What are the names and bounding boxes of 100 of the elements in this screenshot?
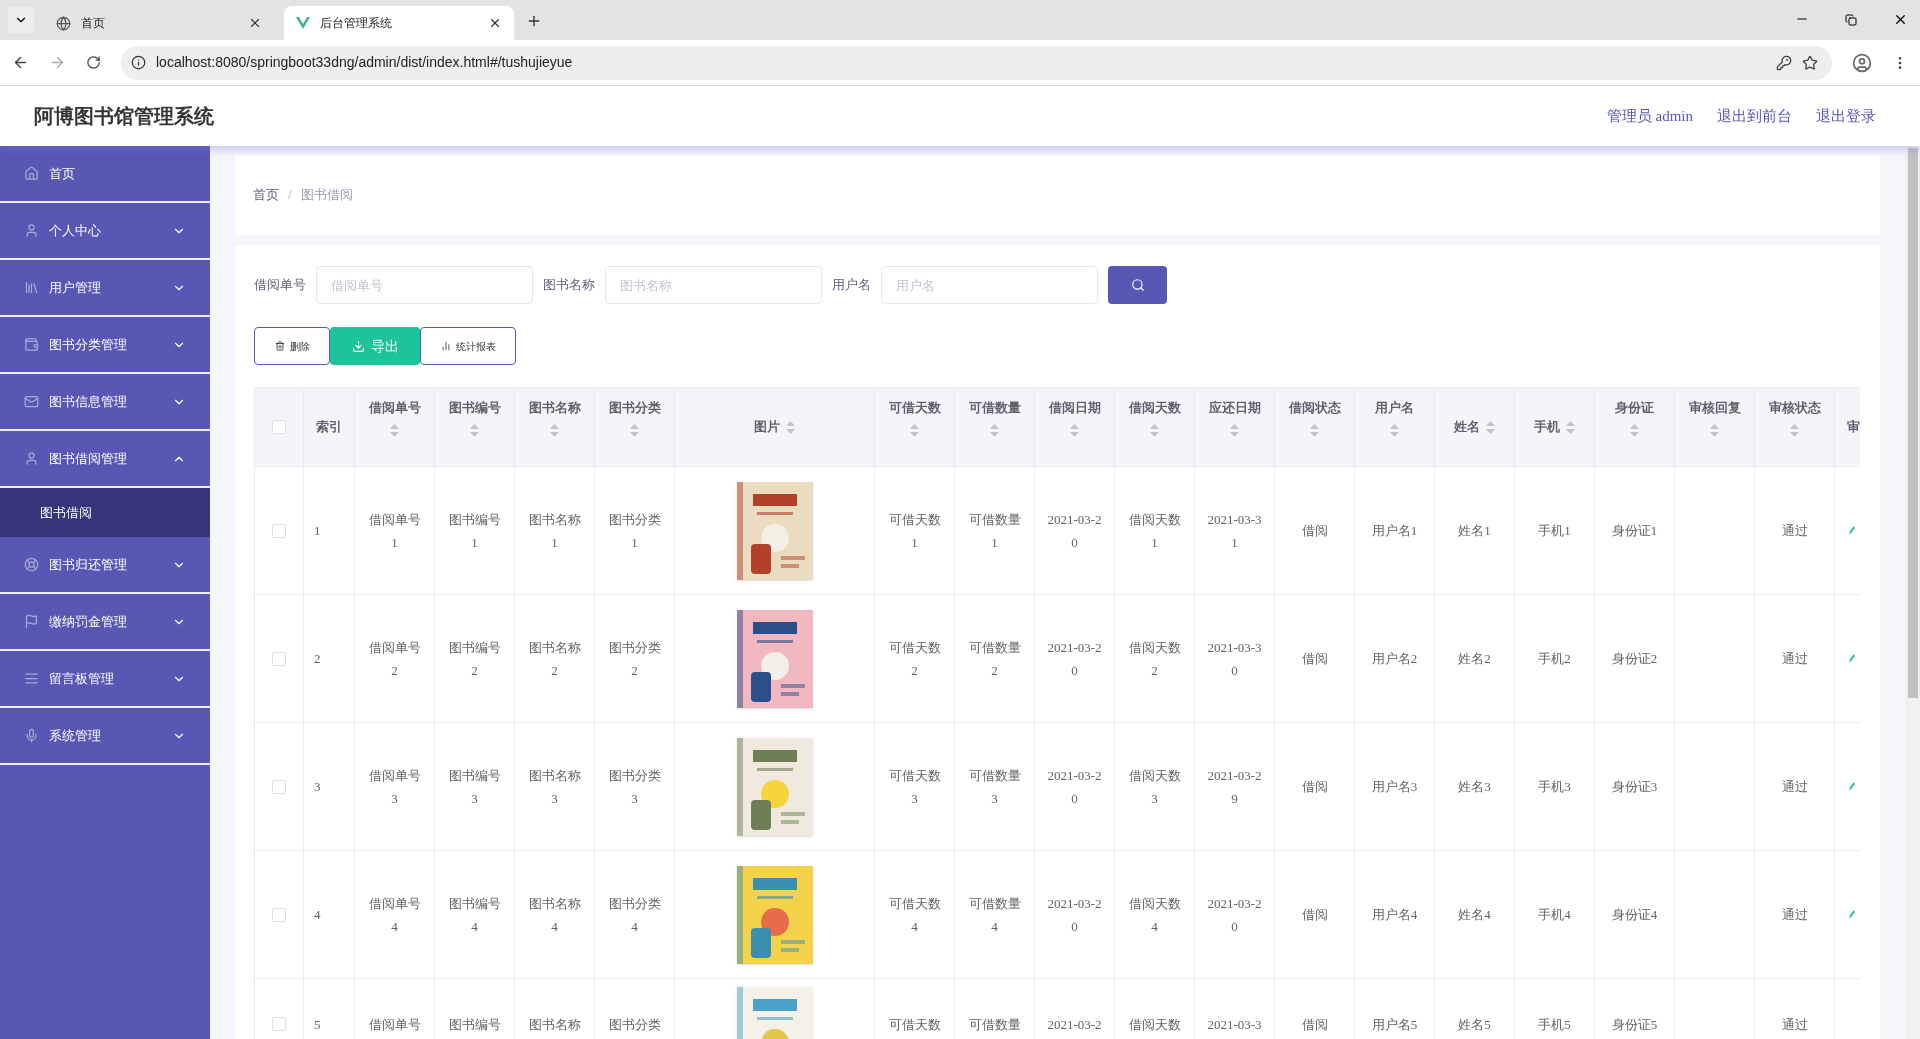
- delete-button[interactable]: 删除: [254, 327, 330, 365]
- column-header[interactable]: 应还日期: [1195, 388, 1275, 467]
- sidebar-item[interactable]: 图书归还管理: [0, 537, 210, 594]
- checkbox[interactable]: [272, 651, 286, 666]
- table-cell: 姓名1: [1435, 467, 1515, 595]
- sort-icon[interactable]: [630, 423, 639, 437]
- column-header[interactable]: 图片: [675, 388, 875, 467]
- column-header[interactable]: 借阅状态: [1275, 388, 1355, 467]
- table-cell: 通过: [1755, 979, 1835, 1039]
- column-header[interactable]: 姓名: [1435, 388, 1515, 467]
- header-link[interactable]: 退出登录: [1816, 104, 1876, 128]
- scrollbar[interactable]: [1905, 146, 1920, 1039]
- sort-icon[interactable]: [1150, 423, 1159, 437]
- pencil-icon[interactable]: [1849, 782, 1855, 791]
- sort-icon[interactable]: [390, 423, 399, 437]
- checkbox[interactable]: [272, 1017, 286, 1031]
- column-header[interactable]: 借阅天数: [1115, 388, 1195, 467]
- sidebar-item[interactable]: 用户管理: [0, 260, 210, 317]
- column-header[interactable]: 身份证: [1595, 388, 1675, 467]
- pencil-icon[interactable]: [1849, 910, 1855, 919]
- globe-icon: [56, 15, 71, 31]
- search-field[interactable]: 图书名称: [605, 266, 822, 304]
- new-tab-icon: [526, 13, 542, 29]
- column-header[interactable]: 用户名: [1355, 388, 1435, 467]
- checkbox[interactable]: [272, 907, 286, 922]
- checkbox[interactable]: [272, 523, 286, 538]
- table-cell: 可借数量4: [955, 851, 1035, 979]
- sidebar-item[interactable]: 留言板管理: [0, 651, 210, 708]
- table-cell: 手机2: [1515, 595, 1595, 723]
- column-header[interactable]: 图书编号: [435, 388, 515, 467]
- table-cell: 2021-03-20: [1035, 467, 1115, 595]
- sidebar-item[interactable]: 首页: [0, 146, 210, 203]
- column-header[interactable]: 索引: [304, 388, 355, 467]
- sort-icon[interactable]: [1310, 423, 1319, 437]
- table-cell: 可借数量2: [955, 595, 1035, 723]
- table-cell: 借阅天数4: [1115, 851, 1195, 979]
- sort-icon[interactable]: [550, 423, 559, 437]
- sort-icon[interactable]: [1790, 423, 1799, 437]
- column-header[interactable]: 审核回复: [1675, 388, 1755, 467]
- sort-icon[interactable]: [1070, 423, 1079, 437]
- back-icon: [12, 54, 29, 71]
- sidebar-item[interactable]: 图书分类管理: [0, 317, 210, 374]
- sort-icon[interactable]: [990, 423, 999, 437]
- bar-chart-icon: [440, 341, 451, 351]
- search-button[interactable]: [1108, 266, 1167, 304]
- sort-icon[interactable]: [910, 423, 919, 437]
- table-cell: 借阅天数1: [1115, 467, 1195, 595]
- table-cell: 可借天数: [875, 979, 955, 1039]
- pencil-icon[interactable]: [1849, 654, 1855, 663]
- sort-icon[interactable]: [1566, 420, 1575, 434]
- sidebar-item[interactable]: 缴纳罚金管理: [0, 594, 210, 651]
- column-header[interactable]: 借阅单号: [355, 388, 435, 467]
- table-cell: 图书编号2: [435, 595, 515, 723]
- browser-tab[interactable]: 首页: [44, 6, 274, 40]
- checkbox[interactable]: [272, 420, 286, 434]
- search-field[interactable]: 用户名: [881, 266, 1098, 304]
- sort-icon[interactable]: [1630, 423, 1639, 437]
- close-icon: [248, 16, 262, 30]
- column-header[interactable]: 图书名称: [515, 388, 595, 467]
- checkbox[interactable]: [272, 779, 286, 794]
- header-link[interactable]: 退出到前台: [1717, 104, 1792, 128]
- table-cell: 用户名1: [1355, 467, 1435, 595]
- tab-list-button[interactable]: [8, 7, 34, 33]
- profile-icon: [1852, 52, 1872, 73]
- search-field[interactable]: 借阅单号: [316, 266, 533, 304]
- sort-icon[interactable]: [470, 423, 479, 437]
- table-cell: 图书名称: [515, 979, 595, 1039]
- browser-tab[interactable]: 后台管理系统: [284, 6, 514, 40]
- column-header[interactable]: 借阅日期: [1035, 388, 1115, 467]
- header-link[interactable]: 管理员 admin: [1606, 104, 1693, 128]
- breadcrumb-link[interactable]: 首页: [253, 185, 279, 205]
- sort-icon[interactable]: [1390, 423, 1399, 437]
- sort-icon[interactable]: [1230, 423, 1239, 437]
- trash-icon: [274, 341, 285, 351]
- submenu-item[interactable]: 图书借阅: [0, 488, 210, 537]
- table-cell: 图书编号4: [435, 851, 515, 979]
- column-header[interactable]: 手机: [1515, 388, 1595, 467]
- address-bar[interactable]: localhost:8080/springboot33dng/admin/dist/index.html#/tushujieyue: [121, 45, 1832, 80]
- table-cell: 借阅: [1275, 851, 1355, 979]
- pencil-icon[interactable]: [1849, 526, 1855, 535]
- table-cell: 图书分类2: [595, 595, 675, 723]
- table-cell: 可借天数1: [875, 467, 955, 595]
- sidebar-icon: [24, 280, 39, 295]
- table-cell: 3: [304, 723, 355, 851]
- sidebar-item[interactable]: 个人中心: [0, 203, 210, 260]
- key-icon: [1776, 54, 1792, 71]
- column-header[interactable]: 审: [1835, 388, 1860, 467]
- column-header[interactable]: 审核状态: [1755, 388, 1835, 467]
- report-button[interactable]: 统计报表: [420, 327, 516, 365]
- sidebar-icon: [24, 728, 39, 743]
- sort-icon[interactable]: [1710, 423, 1719, 437]
- sort-icon[interactable]: [786, 420, 795, 434]
- sidebar-item[interactable]: 图书信息管理: [0, 374, 210, 431]
- column-header[interactable]: 图书分类: [595, 388, 675, 467]
- sidebar-icon: [24, 394, 39, 409]
- info-icon: [131, 55, 146, 70]
- column-header[interactable]: 可借天数: [875, 388, 955, 467]
- sidebar-item[interactable]: 系统管理: [0, 708, 210, 765]
- column-header[interactable]: 可借数量: [955, 388, 1035, 467]
- sort-icon[interactable]: [1486, 420, 1495, 434]
